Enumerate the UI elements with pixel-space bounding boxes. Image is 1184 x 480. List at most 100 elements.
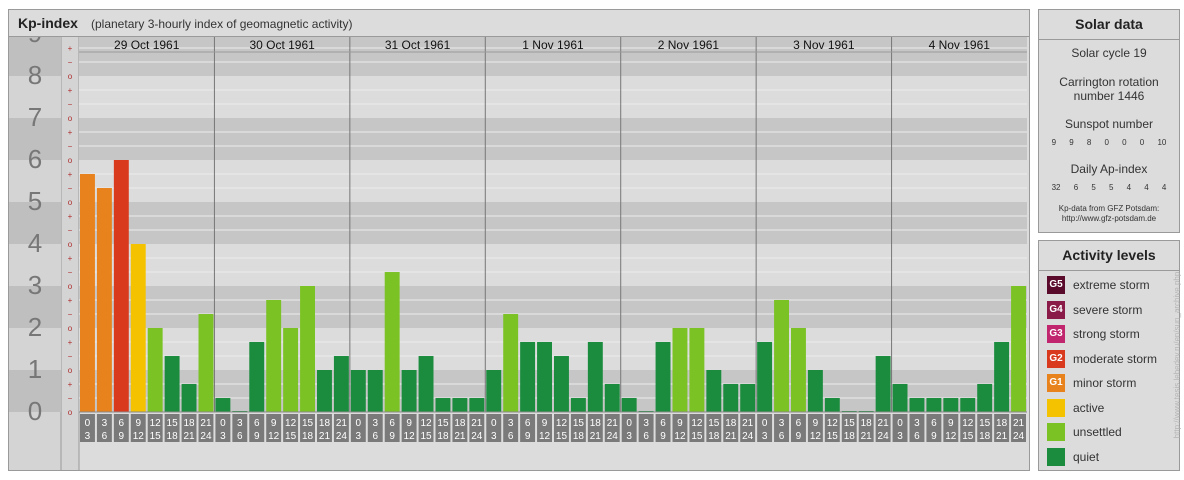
interval-end: 24 [471,431,483,442]
sunspot-value: 0 [1104,138,1109,147]
credit-link[interactable]: http://www.gfz-potsdam.de [1039,214,1179,224]
kp-bar [875,356,891,412]
legend-swatch: G3 [1047,325,1065,343]
kp-bar [435,398,451,412]
sunspot-value: 9 [1051,138,1057,147]
interval-end: 3 [762,431,768,442]
interval-end: 18 [302,431,314,442]
y-tick-label: 6 [28,144,42,174]
interval-end: 24 [742,431,754,442]
chart-title: Kp-index [18,15,78,31]
activity-levels-panel: Activity levels G5 extreme storm G4 severe … [1038,240,1180,471]
sunspot-value: 8 [1086,138,1092,147]
sub-tick-label: o [68,240,73,249]
interval-end: 9 [660,431,666,442]
kp-bar [198,314,214,412]
ap-values: 32 6 5 5 4 4 4 [1039,183,1179,192]
date-label: 3 Nov 1961 [793,38,855,52]
sub-tick-label: o [68,198,73,207]
kp-bar [283,328,299,412]
interval-start: 6 [389,418,395,429]
interval-end: 18 [844,431,856,442]
interval-start: 12 [827,418,839,429]
interval-end: 15 [827,431,839,442]
date-label: 2 Nov 1961 [658,38,720,52]
interval-end: 6 [102,431,108,442]
legend-label: strong storm [1073,327,1140,341]
sub-tick-label: − [68,184,73,193]
interval-end: 12 [674,431,686,442]
sunspot-label: Sunspot number [1064,117,1154,131]
kp-bar [740,383,756,412]
sub-tick-label: + [68,212,73,221]
y-tick-label: 7 [28,102,42,132]
legend-swatch: G2 [1047,349,1065,368]
interval-start: 21 [200,418,212,429]
interval-start: 6 [254,418,260,429]
legend-item-moderate-storm: G2 moderate storm [1047,349,1157,369]
y-tick-label: 1 [28,354,42,384]
kp-bar [554,356,569,412]
kp-bar [384,272,400,412]
interval-end: 3 [626,431,632,442]
interval-end: 15 [556,431,568,442]
interval-start: 6 [796,418,802,429]
interval-start: 12 [420,418,432,429]
sub-tick-label: + [68,170,73,179]
activity-divider [1039,270,1179,271]
interval-start: 12 [285,418,297,429]
y-tick-label: 3 [28,270,42,300]
interval-start: 3 [779,418,785,429]
interval-start: 3 [914,418,920,429]
kp-bar [537,341,552,412]
kp-bar [587,341,603,412]
kp-bar [215,398,231,412]
date-label: 1 Nov 1961 [522,38,584,52]
ap-value: 4 [1144,183,1149,192]
interval-end: 24 [1013,431,1025,442]
interval-start: 0 [897,418,903,429]
sub-tick-label: − [68,352,73,361]
interval-end: 9 [254,431,260,442]
interval-end: 15 [962,431,974,442]
interval-start: 6 [119,418,125,429]
interval-end: 12 [539,431,551,442]
kp-bar [689,328,705,412]
y-tick-label: 0 [28,396,42,426]
kp-bar [164,356,180,412]
interval-end: 12 [133,431,145,442]
y-tick-label: 4 [28,228,42,258]
interval-start: 0 [626,418,632,429]
carrington-line1: Carrington rotation [1059,75,1159,89]
interval-start: 12 [150,418,162,429]
kp-bar [807,370,823,412]
y-tick-label: 9 [28,37,42,48]
interval-start: 15 [302,418,314,429]
interval-start: 6 [931,418,937,429]
interval-end: 15 [285,431,297,442]
ap-value: 6 [1073,183,1079,192]
kp-bar [452,398,468,412]
legend-item-quiet: quiet [1047,447,1099,467]
interval-start: 18 [183,418,195,429]
kp-bar [317,370,332,412]
interval-start: 9 [271,418,277,429]
interval-start: 3 [508,418,514,429]
kp-bar [147,328,163,412]
kp-bar [130,244,146,412]
interval-end: 21 [454,431,466,442]
kp-bar [706,370,722,412]
date-label: 30 Oct 1961 [249,38,315,52]
interval-end: 3 [220,431,226,442]
kp-bar [791,328,806,412]
solar-cycle: Solar cycle 19 [1071,46,1147,60]
plot-band [79,202,1027,244]
interval-start: 6 [660,418,666,429]
kp-bar [909,398,925,412]
plot-band [79,76,1027,118]
kp-bar [757,341,773,412]
kp-bar [469,398,485,412]
interval-start: 21 [471,418,483,429]
legend-item-extreme-storm: G5 extreme storm [1047,275,1150,295]
interval-start: 3 [643,418,649,429]
